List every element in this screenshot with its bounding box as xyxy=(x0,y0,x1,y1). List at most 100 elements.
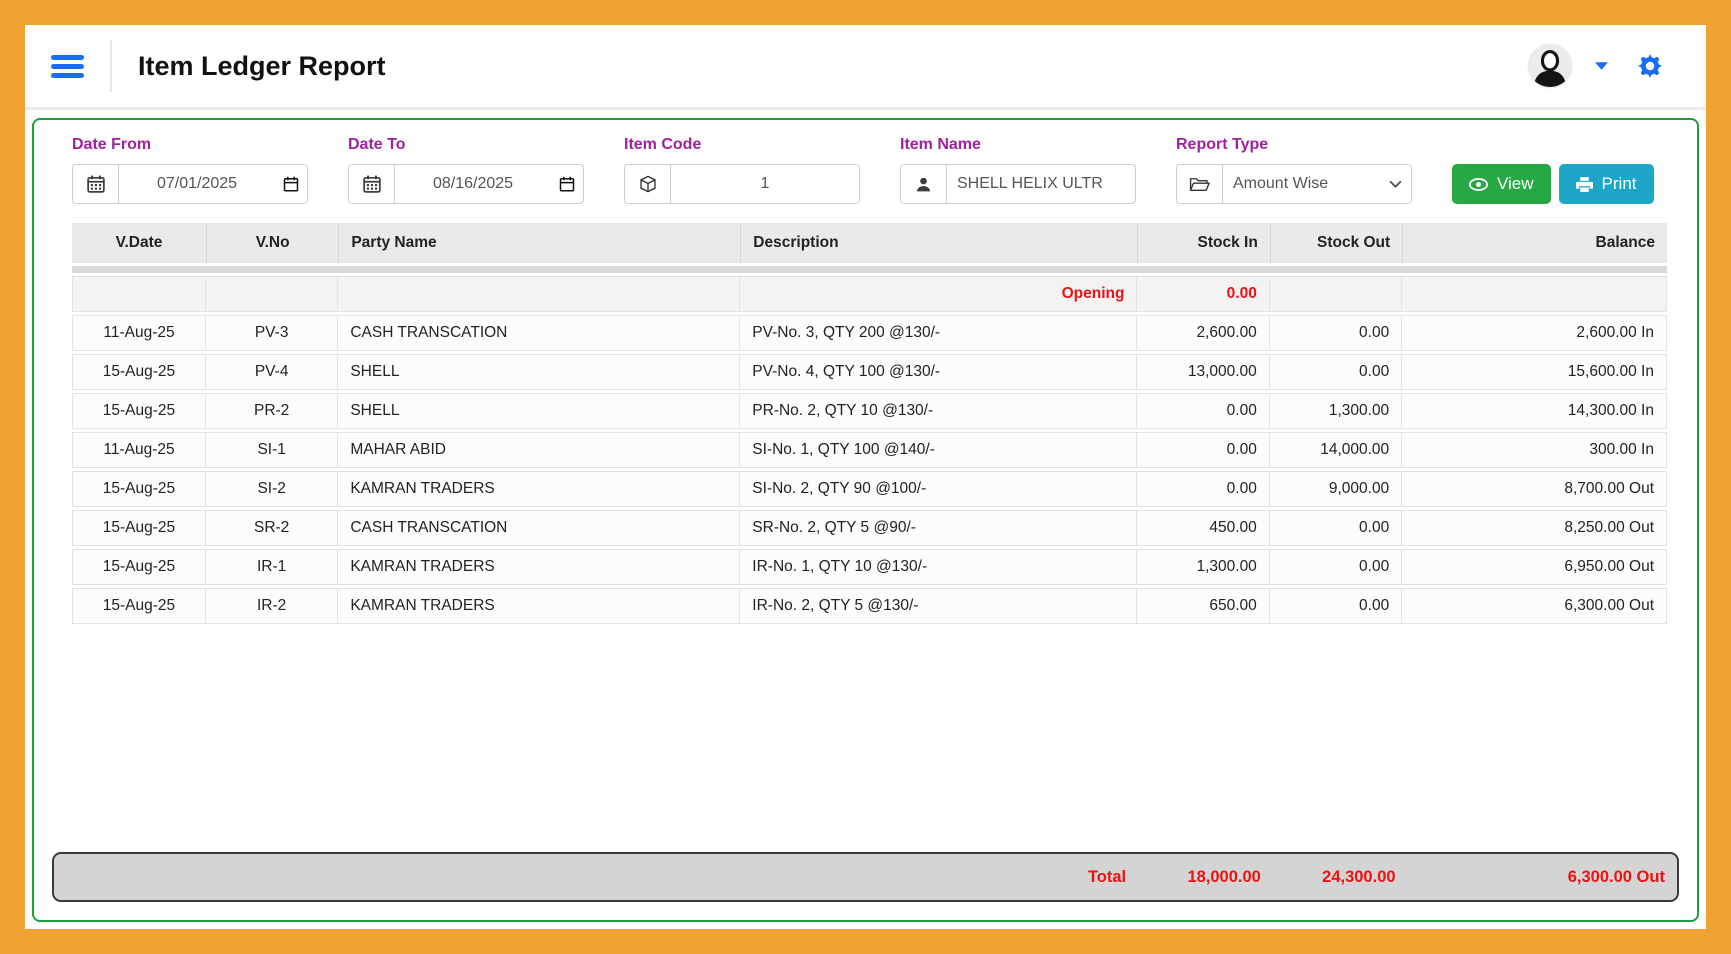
header-divider xyxy=(110,40,112,92)
person-icon xyxy=(901,165,947,203)
table-cell: 0.00 xyxy=(1137,393,1269,429)
table-cell: PV-4 xyxy=(206,354,338,390)
page-title: Item Ledger Report xyxy=(138,51,386,82)
report-type-value: Amount Wise xyxy=(1223,175,1379,193)
table-cell: 15-Aug-25 xyxy=(72,549,206,585)
table-cell: 8,700.00 Out xyxy=(1402,471,1667,507)
column-header-description[interactable]: Description xyxy=(740,223,1137,263)
print-button-label: Print xyxy=(1602,174,1637,194)
table-row: 15-Aug-25IR-2KAMRAN TRADERSIR-No. 2, QTY… xyxy=(72,588,1667,624)
table-cell: 0.00 xyxy=(1270,588,1402,624)
table-cell: 2,600.00 xyxy=(1137,315,1269,351)
date-picker-icon[interactable] xyxy=(551,176,583,192)
table-cell: 9,000.00 xyxy=(1270,471,1402,507)
printer-icon xyxy=(1576,176,1593,193)
avatar[interactable] xyxy=(1527,43,1573,89)
table-cell: CASH TRANSCATION xyxy=(338,510,740,546)
action-buttons: View Print xyxy=(1452,164,1654,204)
table-cell: 14,300.00 In xyxy=(1402,393,1667,429)
table-row: 15-Aug-25PR-2SHELLPR-No. 2, QTY 10 @130/… xyxy=(72,393,1667,429)
table-cell: SI-No. 2, QTY 90 @100/- xyxy=(740,471,1137,507)
gear-icon[interactable] xyxy=(1638,54,1662,78)
filter-date-from: Date From 07/01/2025 xyxy=(72,136,308,204)
print-button[interactable]: Print xyxy=(1559,164,1654,204)
column-header-stock-in[interactable]: Stock In xyxy=(1137,223,1269,263)
table-row: 15-Aug-25SI-2KAMRAN TRADERSSI-No. 2, QTY… xyxy=(72,471,1667,507)
column-header-balance[interactable]: Balance xyxy=(1402,223,1667,263)
table-cell: 0.00 xyxy=(1137,432,1269,468)
select-chevron-icon xyxy=(1379,180,1411,188)
calendar-icon xyxy=(349,165,395,203)
table-cell: PV-No. 3, QTY 200 @130/- xyxy=(740,315,1137,351)
table-cell: 2,600.00 In xyxy=(1402,315,1667,351)
spacer-cell xyxy=(72,266,1667,273)
table-cell xyxy=(338,276,740,312)
item-code-value: 1 xyxy=(671,175,859,193)
table-cell: 11-Aug-25 xyxy=(72,315,206,351)
column-header-party-name[interactable]: Party Name xyxy=(338,223,740,263)
table-cell: SR-No. 2, QTY 5 @90/- xyxy=(740,510,1137,546)
filter-date-to: Date To 08/16/2025 xyxy=(348,136,584,204)
table-header-row: V.Date V.No Party Name Description Stock… xyxy=(72,223,1667,263)
column-header-vno[interactable]: V.No xyxy=(206,223,338,263)
filter-bar: Date From 07/01/2025 Date To xyxy=(34,136,1697,204)
report-type-select[interactable]: Amount Wise xyxy=(1176,164,1412,204)
ledger-table-body: Opening 0.00 11-Aug-25PV-3CASH TRANSCATI… xyxy=(72,266,1667,624)
date-picker-icon[interactable] xyxy=(275,176,307,192)
chevron-down-icon[interactable] xyxy=(1595,62,1608,70)
table-cell: SI-2 xyxy=(206,471,338,507)
total-bar: Total 18,000.00 24,300.00 6,300.00 Out xyxy=(52,852,1679,902)
page-frame: Item Ledger Report xyxy=(0,0,1731,954)
table-cell: 14,000.00 xyxy=(1270,432,1402,468)
column-header-stock-out[interactable]: Stock Out xyxy=(1270,223,1402,263)
menu-icon[interactable] xyxy=(47,51,88,82)
total-balance: 6,300.00 Out xyxy=(1408,868,1677,887)
table-cell: 1,300.00 xyxy=(1137,549,1269,585)
column-header-vdate[interactable]: V.Date xyxy=(72,223,206,263)
date-to-value: 08/16/2025 xyxy=(395,175,551,193)
item-name-label: Item Name xyxy=(900,136,1136,154)
report-type-label: Report Type xyxy=(1176,136,1412,154)
table-cell: 0.00 xyxy=(1270,510,1402,546)
table-cell: 6,300.00 Out xyxy=(1402,588,1667,624)
item-name-value: SHELL HELIX ULTR xyxy=(947,175,1135,193)
opening-label: Opening xyxy=(740,276,1137,312)
item-name-input[interactable]: SHELL HELIX ULTR xyxy=(900,164,1136,204)
table-cell: 0.00 xyxy=(1270,315,1402,351)
table-cell: 6,950.00 Out xyxy=(1402,549,1667,585)
filter-item-name: Item Name SHELL HELIX ULTR xyxy=(900,136,1136,204)
table-cell: 15-Aug-25 xyxy=(72,393,206,429)
view-button[interactable]: View xyxy=(1452,164,1551,204)
table-cell: IR-2 xyxy=(206,588,338,624)
table-row: 11-Aug-25PV-3CASH TRANSCATIONPV-No. 3, Q… xyxy=(72,315,1667,351)
table-cell: IR-1 xyxy=(206,549,338,585)
table-cell: 300.00 In xyxy=(1402,432,1667,468)
table-cell xyxy=(1402,276,1667,312)
cube-icon xyxy=(625,165,671,203)
date-from-value: 07/01/2025 xyxy=(119,175,275,193)
filter-item-code: Item Code 1 xyxy=(624,136,860,204)
total-label: Total xyxy=(734,868,1138,887)
table-cell: KAMRAN TRADERS xyxy=(338,471,740,507)
date-from-input[interactable]: 07/01/2025 xyxy=(72,164,308,204)
table-cell: 0.00 xyxy=(1270,549,1402,585)
table-cell: SR-2 xyxy=(206,510,338,546)
table-cell: IR-No. 2, QTY 5 @130/- xyxy=(740,588,1137,624)
table-cell: SHELL xyxy=(338,354,740,390)
table-wrapper: V.Date V.No Party Name Description Stock… xyxy=(34,204,1697,627)
table-cell: 15-Aug-25 xyxy=(72,354,206,390)
table-cell: KAMRAN TRADERS xyxy=(338,588,740,624)
table-cell xyxy=(1270,276,1402,312)
date-from-label: Date From xyxy=(72,136,308,154)
item-code-input[interactable]: 1 xyxy=(624,164,860,204)
table-cell: IR-No. 1, QTY 10 @130/- xyxy=(740,549,1137,585)
date-to-input[interactable]: 08/16/2025 xyxy=(348,164,584,204)
total-stock-out: 24,300.00 xyxy=(1273,868,1408,887)
ledger-table: V.Date V.No Party Name Description Stock… xyxy=(72,220,1667,627)
opening-row: Opening 0.00 xyxy=(72,276,1667,312)
table-cell: 15-Aug-25 xyxy=(72,588,206,624)
calendar-icon xyxy=(73,165,119,203)
table-cell: SI-1 xyxy=(206,432,338,468)
spacer-row xyxy=(72,266,1667,273)
table-cell: SHELL xyxy=(338,393,740,429)
